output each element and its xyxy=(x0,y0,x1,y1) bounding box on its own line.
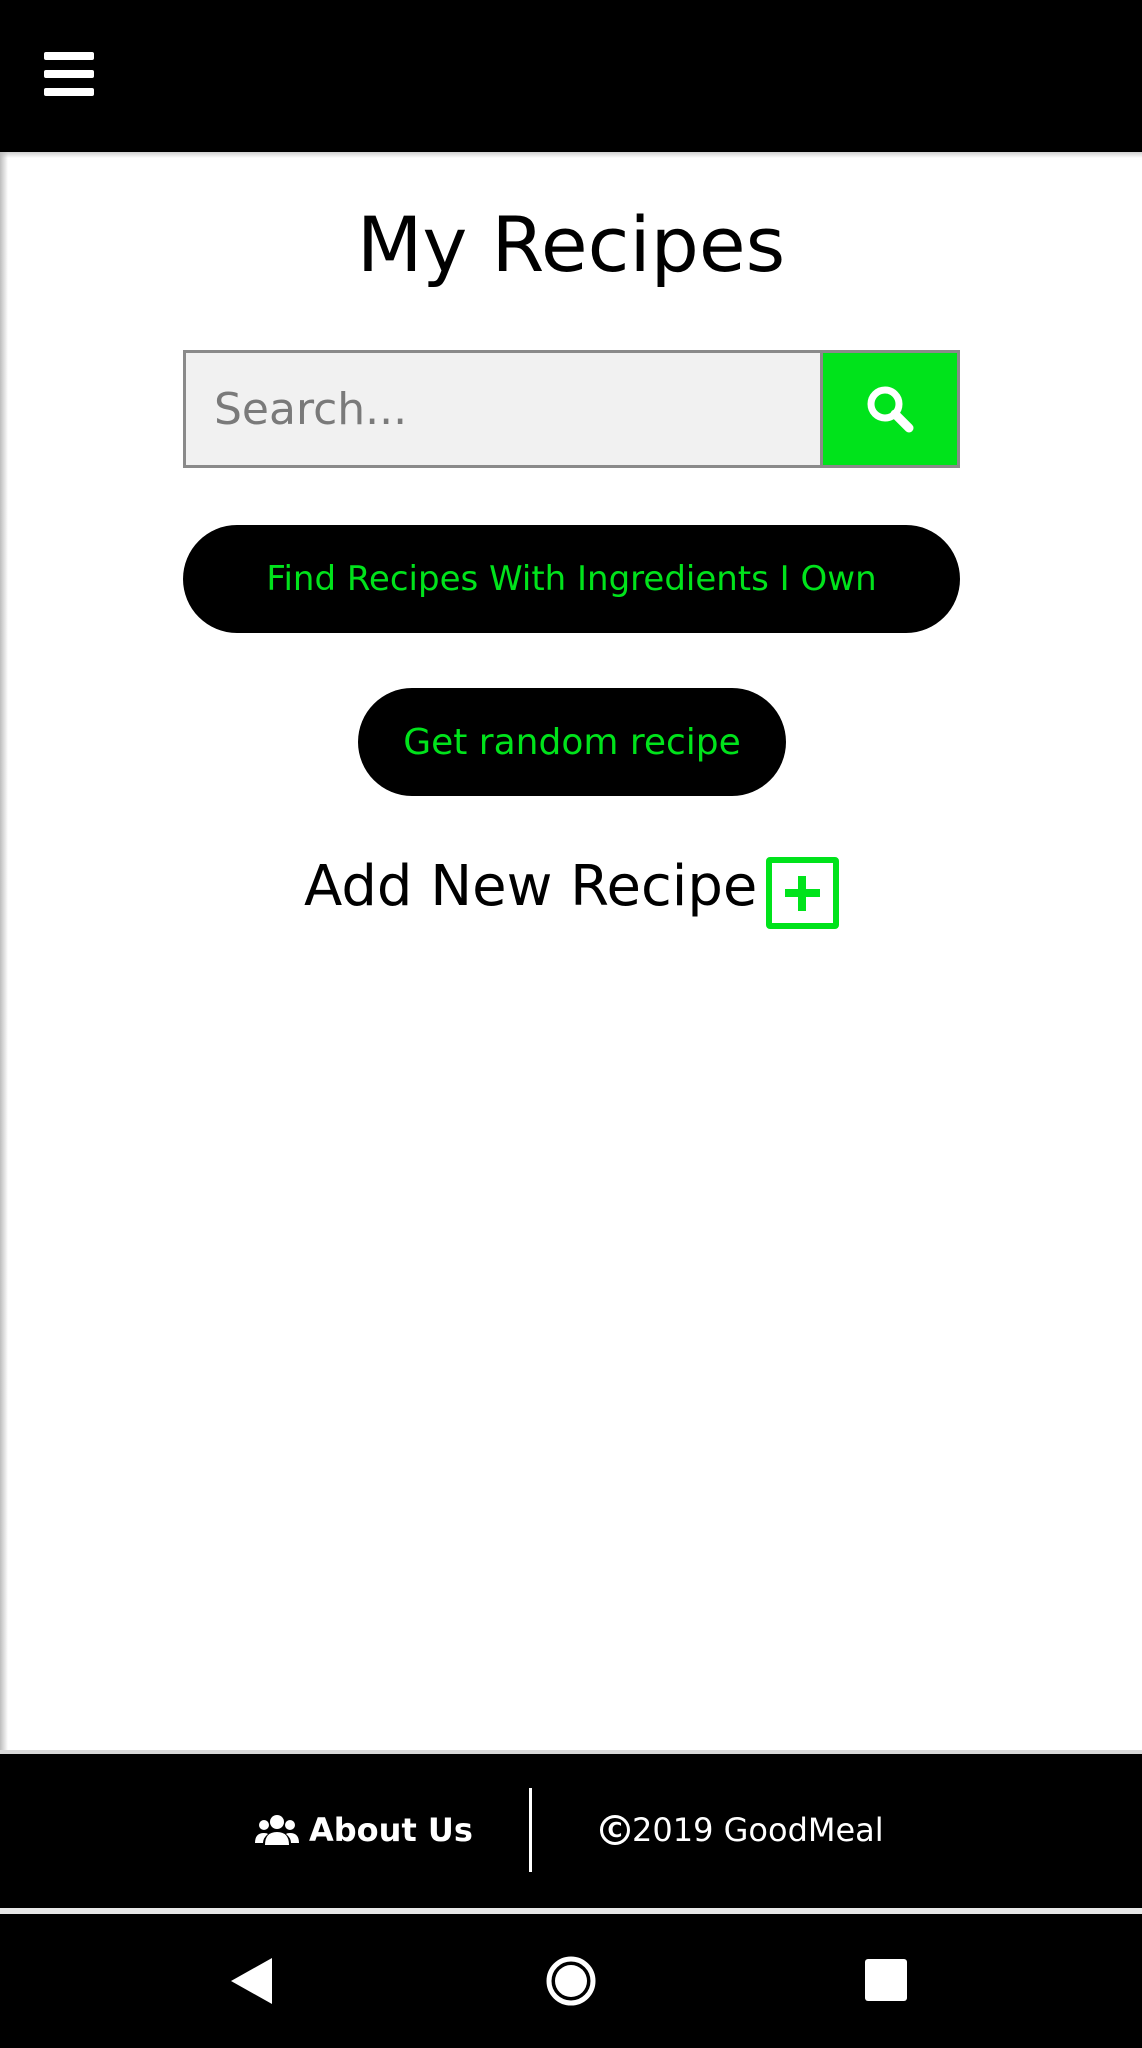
menu-line xyxy=(44,52,94,60)
copyright-notice: C 2019 GoodMeal xyxy=(600,1798,884,1862)
find-recipes-with-ingredients-button[interactable]: Find Recipes With Ingredients I Own xyxy=(183,525,960,633)
drawer-edge-shadow xyxy=(0,152,8,1750)
plus-square-icon[interactable] xyxy=(766,857,839,929)
add-new-recipe-label: Add New Recipe xyxy=(304,854,758,919)
app-screen: My Recipes Find Recipes With Ingredients… xyxy=(0,0,1142,2048)
get-random-recipe-button[interactable]: Get random recipe xyxy=(358,688,786,796)
footer: About Us C 2019 GoodMeal xyxy=(0,1750,1142,1908)
system-navigation-bar xyxy=(0,1914,1142,2048)
top-app-bar xyxy=(0,0,1142,152)
menu-line xyxy=(44,88,94,96)
recents-square-icon[interactable] xyxy=(865,1959,907,2001)
copyright-icon: C xyxy=(600,1815,630,1845)
copyright-text: 2019 GoodMeal xyxy=(632,1811,884,1849)
header-shadow xyxy=(0,152,1142,158)
hamburger-menu-icon[interactable] xyxy=(44,52,94,96)
search-button[interactable] xyxy=(820,353,957,465)
about-us-link[interactable]: About Us xyxy=(255,1798,473,1862)
back-triangle-icon[interactable] xyxy=(228,1956,274,2006)
search-bar xyxy=(183,350,960,468)
add-new-recipe-row: Add New Recipe xyxy=(0,848,1142,932)
about-us-label: About Us xyxy=(309,1811,473,1849)
home-circle-icon[interactable] xyxy=(545,1955,597,2007)
search-input[interactable] xyxy=(186,353,820,465)
page-title: My Recipes xyxy=(356,200,786,289)
menu-line xyxy=(44,70,94,78)
search-icon xyxy=(867,386,914,433)
users-icon xyxy=(255,1815,299,1845)
footer-divider xyxy=(529,1788,532,1872)
plus-vertical-bar xyxy=(798,876,806,911)
